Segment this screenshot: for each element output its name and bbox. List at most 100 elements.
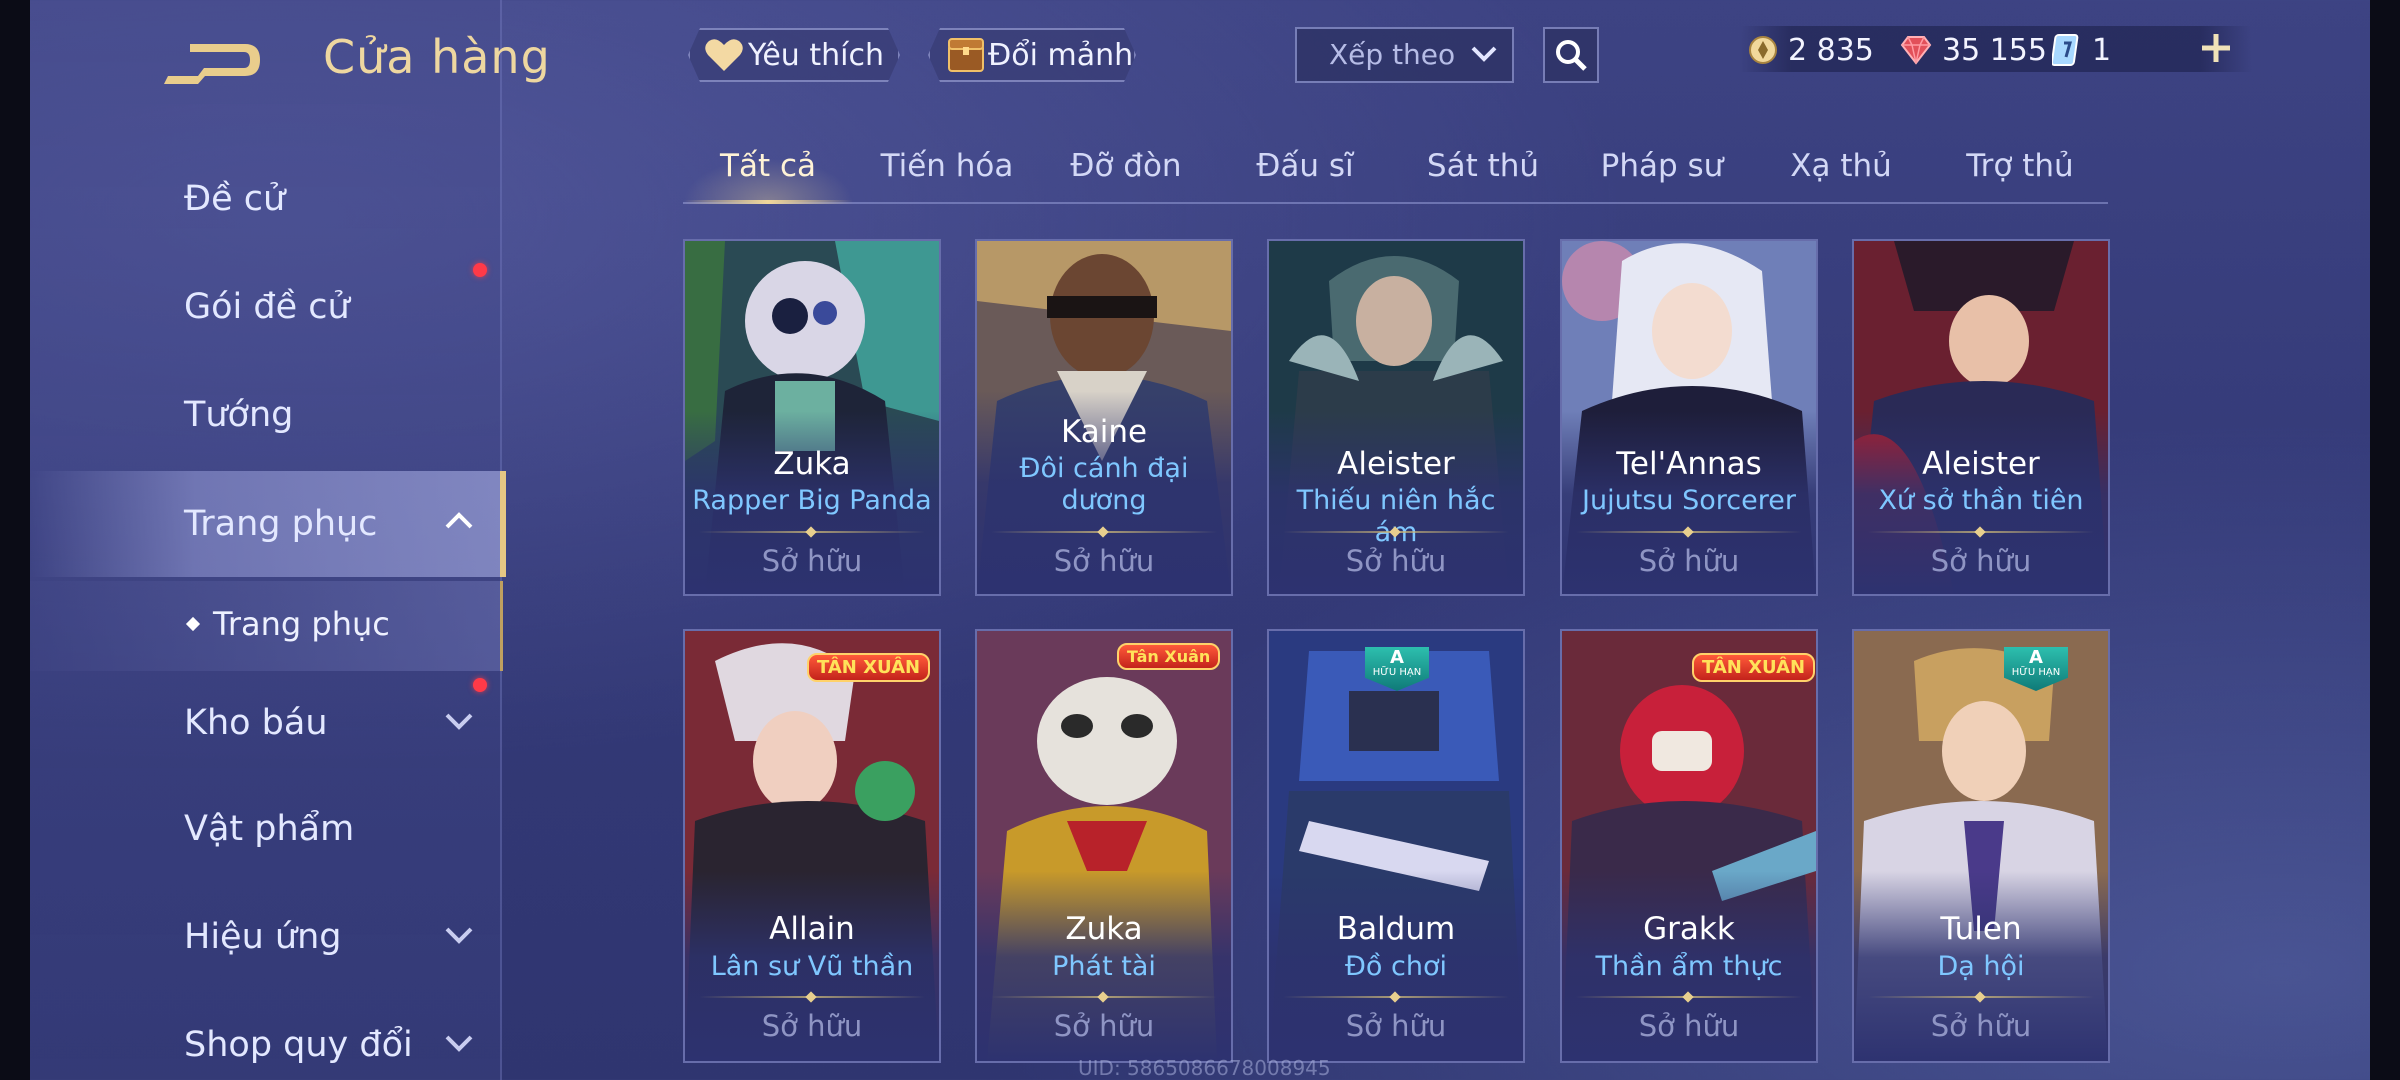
sidebar-subitem-skins[interactable]: Trang phục xyxy=(30,581,503,671)
chevron-down-icon xyxy=(445,927,473,944)
favorites-label: Yêu thích xyxy=(748,37,884,73)
ownership-status: Sở hữu xyxy=(1930,1009,2032,1043)
chevron-down-icon xyxy=(1471,46,1497,62)
chevron-down-icon xyxy=(445,1035,473,1052)
ownership-status: Sở hữu xyxy=(1930,544,2032,578)
tab-mage[interactable]: Pháp sư xyxy=(1601,148,1724,184)
skin-name: Thiếu niên hắc ám xyxy=(1296,485,1496,548)
skin-card[interactable]: A HỮU HẠN Baldum Đồ chơi Sở hữu xyxy=(1267,629,1525,1063)
hero-name: Allain xyxy=(769,911,855,947)
skin-card[interactable]: Aleister Thiếu niên hắc ám Sở hữu xyxy=(1267,239,1525,596)
active-tab-underline xyxy=(683,200,853,204)
chest-icon xyxy=(946,35,986,75)
sidebar-item-label: Trang phục xyxy=(184,504,378,544)
sidebar-item-heroes[interactable]: Tướng xyxy=(30,363,500,467)
back-button[interactable] xyxy=(160,30,270,90)
skin-card[interactable]: Kaine Đôi cánh đại dương Sở hữu xyxy=(975,239,1233,596)
sidebar-item-items[interactable]: Vật phẩm xyxy=(30,777,500,881)
chevron-down-icon xyxy=(445,713,473,730)
gold-currency: 2 835 xyxy=(1748,28,1874,72)
user-id: UID: 5865086678008945 xyxy=(1078,1056,1331,1080)
tab-marksman[interactable]: Xạ thủ xyxy=(1790,148,1892,184)
ownership-status: Sở hữu xyxy=(1345,544,1447,578)
sidebar-item-label: Shop quy đổi xyxy=(184,1025,413,1065)
chevron-up-icon xyxy=(445,512,473,529)
skin-name: Jujutsu Sorcerer xyxy=(1582,485,1796,516)
limited-grade: A xyxy=(2029,647,2043,668)
category-tabs: Tất cả Tiến hóa Đỡ đòn Đấu sĩ Sát thủ Ph… xyxy=(683,140,2108,204)
sidebar-item-skins[interactable]: Trang phục xyxy=(30,471,506,577)
ownership-status: Sở hữu xyxy=(1053,544,1155,578)
sidebar-item-exchange-shop[interactable]: Shop quy đổi xyxy=(30,993,500,1080)
skin-name: Đồ chơi xyxy=(1344,951,1447,982)
skin-card[interactable]: Tel'Annas Jujutsu Sorcerer Sở hữu xyxy=(1560,239,1818,596)
hero-name: Baldum xyxy=(1336,911,1456,947)
sidebar-item-label: Tướng xyxy=(184,395,294,435)
ownership-status: Sở hữu xyxy=(1345,1009,1447,1043)
tab-support[interactable]: Trợ thủ xyxy=(1966,148,2073,184)
hero-name: Zuka xyxy=(773,446,851,482)
hero-name: Zuka xyxy=(1065,911,1143,947)
notification-dot xyxy=(473,263,487,277)
favorites-button[interactable]: Yêu thích xyxy=(688,28,900,82)
screen-edge-left xyxy=(0,0,30,1080)
voucher-amount: 1 xyxy=(2092,32,2112,68)
event-badge: TÂN XUÂN xyxy=(807,653,931,682)
screen-edge-right xyxy=(2370,0,2400,1080)
hero-name: Aleister xyxy=(1337,446,1455,482)
sidebar-item-effects[interactable]: Hiệu ứng xyxy=(30,885,500,989)
skin-card[interactable]: TÂN XUÂN Allain Lân sư Vũ thần Sở hữu xyxy=(683,629,941,1063)
limited-grade: A xyxy=(1390,647,1404,668)
sidebar-item-recommended[interactable]: Đề cử xyxy=(30,147,500,251)
sidebar-item-label: Vật phẩm xyxy=(184,809,355,849)
sidebar-item-label: Gói đề cử xyxy=(184,287,350,327)
voucher-currency: 1 xyxy=(2052,28,2111,72)
hero-name: Grakk xyxy=(1643,911,1735,947)
sidebar-item-label: Đề cử xyxy=(184,179,286,219)
hero-name: Kaine xyxy=(1060,414,1148,450)
skin-name: Xứ sở thần tiên xyxy=(1878,485,2084,516)
tab-assassin[interactable]: Sát thủ xyxy=(1427,148,1539,184)
page-title: Cửa hàng xyxy=(323,30,551,84)
tab-evolution[interactable]: Tiến hóa xyxy=(881,148,1014,184)
plus-icon xyxy=(2202,34,2230,62)
skin-name: Rapper Big Panda xyxy=(692,485,932,516)
hero-name: Tel'Annas xyxy=(1616,446,1762,482)
sort-dropdown[interactable]: Xếp theo xyxy=(1295,27,1514,83)
event-badge: Tân Xuân xyxy=(1117,643,1221,670)
skin-card[interactable]: Aleister Xứ sở thần tiên Sở hữu xyxy=(1852,239,2110,596)
sidebar-item-recommended-bundles[interactable]: Gói đề cử xyxy=(30,255,500,359)
add-currency-button[interactable] xyxy=(2198,30,2234,66)
ruby-gem-icon xyxy=(1900,36,1932,65)
limited-label: HỮU HẠN xyxy=(2011,667,2061,678)
gold-amount: 2 835 xyxy=(1788,32,1874,68)
ownership-status: Sở hữu xyxy=(761,544,863,578)
ownership-status: Sở hữu xyxy=(1053,1009,1155,1043)
sidebar-item-label: Hiệu ứng xyxy=(184,917,342,957)
search-icon xyxy=(1556,40,1587,71)
skin-card[interactable]: Zuka Rapper Big Panda Sở hữu xyxy=(683,239,941,596)
bullet-icon xyxy=(185,616,201,632)
tab-all[interactable]: Tất cả xyxy=(720,148,816,184)
search-button[interactable] xyxy=(1543,27,1599,83)
tab-fighter[interactable]: Đấu sĩ xyxy=(1256,148,1353,184)
tab-tank[interactable]: Đỡ đòn xyxy=(1070,148,1181,184)
ownership-status: Sở hữu xyxy=(761,1009,863,1043)
ownership-status: Sở hữu xyxy=(1638,544,1740,578)
skin-card[interactable]: A HỮU HẠN Tulen Dạ hội Sở hữu xyxy=(1852,629,2110,1063)
gem-currency: 35 155 xyxy=(1900,28,2047,72)
skin-name: Phát tài xyxy=(1052,951,1156,982)
skin-card[interactable]: TÂN XUÂN Grakk Thần ẩm thực Sở hữu xyxy=(1560,629,1818,1063)
limited-label: HỮU HẠN xyxy=(1372,667,1422,678)
sidebar-item-treasure[interactable]: Kho báu xyxy=(30,671,500,775)
sidebar-subitem-label: Trang phục xyxy=(213,605,390,643)
event-badge: TÂN XUÂN xyxy=(1692,653,1816,682)
gold-coin-icon xyxy=(1749,36,1777,64)
heart-icon xyxy=(704,37,744,73)
ownership-status: Sở hữu xyxy=(1638,1009,1740,1043)
skin-name: Thần ẩm thực xyxy=(1595,951,1783,982)
voucher-card-icon xyxy=(2052,34,2079,66)
skin-card[interactable]: Tân Xuân Zuka Phát tài Sở hữu xyxy=(975,629,1233,1063)
exchange-fragments-button[interactable]: Đổi mảnh xyxy=(928,28,1136,82)
gem-amount: 35 155 xyxy=(1942,32,2047,68)
